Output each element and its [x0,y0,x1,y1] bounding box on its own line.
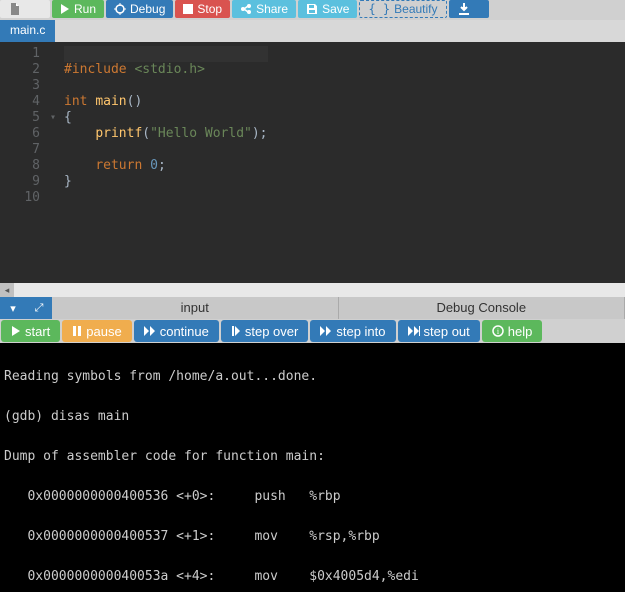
line-number: 2 [4,62,40,78]
fold-gutter: ▾ [48,42,58,283]
line-number: 9 [4,174,40,190]
file-icon [8,2,22,16]
code-token: return [95,158,142,173]
start-button[interactable]: start [1,320,60,342]
debug-console-output[interactable]: Reading symbols from /home/a.out...done.… [0,343,625,592]
play-icon [60,4,70,14]
file-button[interactable] [0,0,50,18]
bug-icon [114,3,126,15]
tab-label: main.c [10,23,45,37]
line-number: 10 [4,190,40,206]
code-token: #include [64,62,127,77]
panel-title-bar: ▾ ⤢ input Debug Console [0,297,625,319]
continue-label: continue [160,324,209,339]
help-label: help [508,324,533,339]
save-button[interactable]: Save [298,0,357,18]
code-token: main [95,94,126,109]
console-line: (gdb) disas main [4,407,621,427]
pause-button[interactable]: pause [62,320,131,342]
share-label: Share [256,2,288,16]
horizontal-scrollbar[interactable]: ◂ [0,283,625,297]
download-icon [457,2,471,16]
run-button[interactable]: Run [52,0,104,18]
code-token: ; [158,158,166,173]
beautify-label: Beautify [394,2,437,16]
console-line: 0x0000000000400537 <+1>: mov %rsp,%rbp [4,527,621,547]
line-number: 5 [4,110,40,126]
save-icon [306,3,318,15]
tab-main-c[interactable]: main.c [0,20,55,42]
code-token: { [64,110,72,125]
line-number: 1 [4,46,40,62]
code-token: 0 [150,158,158,173]
step-over-icon [231,326,241,336]
scroll-track[interactable] [14,283,625,297]
code-content[interactable]: #include <stdio.h> int main() { printf("… [58,42,268,283]
line-number: 8 [4,158,40,174]
pause-label: pause [86,324,121,339]
line-number: 3 [4,78,40,94]
start-label: start [25,324,50,339]
step-over-label: step over [245,324,298,339]
code-token: printf [95,126,142,141]
beautify-button[interactable]: { } Beautify [359,0,446,18]
line-number: 6 [4,126,40,142]
tab-bar: main.c [0,20,625,42]
code-editor[interactable]: 1 2 3 4 5 6 7 8 9 10 ▾ #include <stdio.h… [0,42,625,283]
debug-toolbar: start pause continue step over step into… [0,319,625,343]
step-into-icon [320,326,332,336]
code-token: ); [252,126,268,141]
help-button[interactable]: i help [482,320,543,342]
step-out-icon [408,326,420,336]
save-label: Save [322,2,349,16]
step-into-label: step into [336,324,385,339]
share-icon [240,3,252,15]
code-token: } [64,174,72,189]
debug-button[interactable]: Debug [106,0,173,18]
code-token: <stdio.h> [134,62,204,77]
line-number: 4 [4,94,40,110]
console-line: Reading symbols from /home/a.out...done. [4,367,621,387]
stop-button[interactable]: Stop [175,0,230,18]
input-panel-title: input [52,297,339,319]
line-number: 7 [4,142,40,158]
console-line: 0x0000000000400536 <+0>: push %rbp [4,487,621,507]
braces-icon: { } [368,2,390,16]
main-toolbar: Run Debug Stop Share Save { } Beautify [0,0,625,20]
stop-label: Stop [197,2,222,16]
share-button[interactable]: Share [232,0,296,18]
continue-button[interactable]: continue [134,320,219,342]
info-icon: i [492,325,504,337]
console-line: 0x000000000040053a <+4>: mov $0x4005d4,%… [4,567,621,587]
step-over-button[interactable]: step over [221,320,308,342]
collapse-panel-icon[interactable]: ▾ [0,297,26,319]
debug-label: Debug [130,2,165,16]
fold-toggle-icon[interactable]: ▾ [48,110,58,126]
console-line: Dump of assembler code for function main… [4,447,621,467]
scroll-left-icon[interactable]: ◂ [0,283,14,297]
code-token: int [64,94,87,109]
svg-text:i: i [497,327,500,336]
code-token: ( [142,126,150,141]
step-out-button[interactable]: step out [398,320,480,342]
step-into-button[interactable]: step into [310,320,395,342]
line-gutter: 1 2 3 4 5 6 7 8 9 10 [0,42,48,283]
run-label: Run [74,2,96,16]
stop-icon [183,4,193,14]
code-token: "Hello World" [150,126,252,141]
step-out-label: step out [424,324,470,339]
download-button[interactable] [449,0,489,18]
expand-panel-icon[interactable]: ⤢ [26,297,52,319]
debug-console-title: Debug Console [339,297,625,319]
code-token: () [127,94,143,109]
play-icon [11,326,21,336]
pause-icon [72,326,82,336]
fast-forward-icon [144,326,156,336]
